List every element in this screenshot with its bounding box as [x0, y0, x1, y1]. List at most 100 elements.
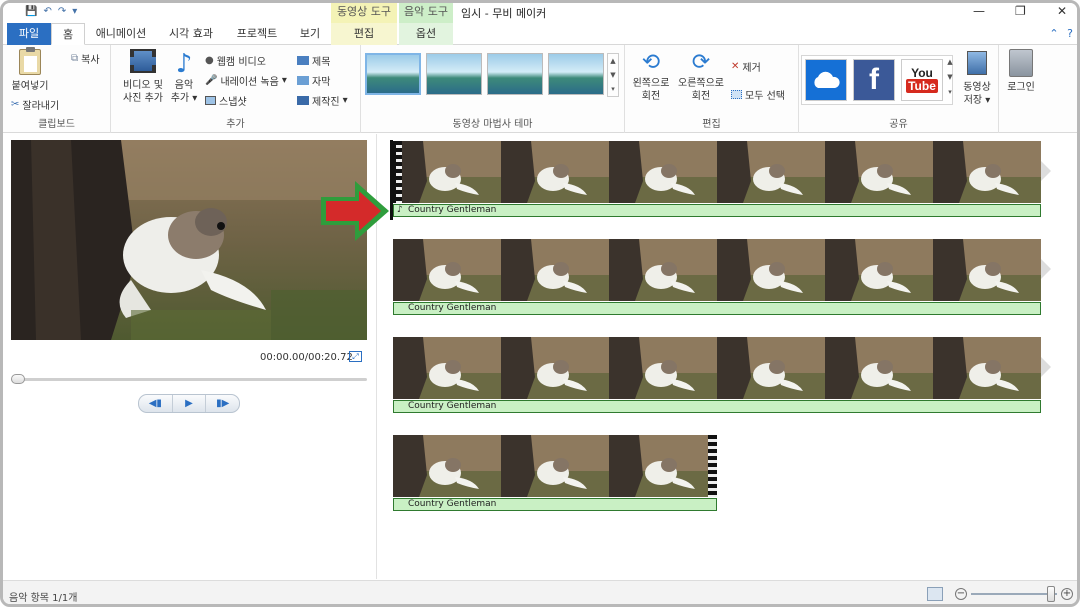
share-gallery-scroll[interactable]: ▲ ▼ ▾	[945, 55, 955, 105]
customize-qat-icon[interactable]: ▾	[72, 6, 77, 17]
clip-frame-thumbnail	[393, 435, 501, 497]
zoom-slider-thumb[interactable]	[1047, 586, 1055, 602]
clip-frame-thumbnail	[933, 337, 1041, 399]
squirrel-video-frame	[11, 140, 367, 340]
onedrive-icon[interactable]	[805, 59, 847, 101]
add-video-photo-button[interactable]: 비디오 및 사진 추가	[119, 49, 167, 105]
add-group: 비디오 및 사진 추가 ♪ 음악 추가 ▾ ● 웹캠 비디오 🎤 내레이션 녹음…	[111, 45, 361, 133]
clipboard-icon	[19, 47, 41, 75]
save-movie-label-1: 동영상	[963, 82, 991, 93]
theme-gallery-scroll[interactable]: ▲ ▼ ▾	[607, 53, 619, 97]
microphone-icon: 🎤	[205, 75, 218, 86]
facebook-icon[interactable]: f	[853, 59, 895, 101]
storyboard-row[interactable]: Country Gentleman	[393, 239, 1051, 315]
tab-view[interactable]: 보기	[293, 23, 327, 45]
collapse-ribbon-icon[interactable]: ⌃	[1047, 23, 1061, 45]
tab-options[interactable]: 옵션	[399, 23, 453, 45]
video-clip[interactable]	[393, 337, 1041, 399]
paste-label: 붙여넣기	[11, 81, 49, 92]
status-text: 음악 항목 1/1개	[9, 593, 78, 604]
video-clip[interactable]	[393, 435, 717, 497]
tab-visual-effects[interactable]: 시각 효과	[161, 23, 221, 45]
title-icon	[297, 56, 309, 65]
rotate-right-label-2: 회전	[691, 91, 711, 102]
clip-frame-thumbnail	[717, 239, 825, 301]
aspect-ratio-icon[interactable]	[927, 587, 943, 601]
clip-frame-thumbnail	[717, 141, 825, 203]
storyboard-row[interactable]: Country Gentleman	[393, 435, 717, 511]
select-all-button[interactable]: 모두 선택	[731, 87, 785, 102]
video-preview[interactable]	[11, 140, 367, 340]
remove-button[interactable]: ✕ 제거	[731, 59, 761, 74]
theme-thumbnail[interactable]	[365, 53, 421, 95]
login-label: 로그인	[1007, 82, 1035, 93]
preview-timecode: 00:00.00/00:20.72	[260, 352, 353, 363]
music-track-bar[interactable]: Country Gentleman	[393, 302, 1041, 315]
save-movie-button[interactable]: 동영상 저장 ▾	[957, 49, 997, 107]
video-clip[interactable]	[393, 239, 1041, 301]
tab-project[interactable]: 프로젝트	[229, 23, 285, 45]
youtube-icon-text-bottom: Tube	[906, 79, 938, 93]
theme-thumbnail[interactable]	[487, 53, 543, 95]
music-track-bar[interactable]: Country Gentleman	[393, 498, 717, 511]
next-frame-button[interactable]: ▮▶	[206, 395, 239, 412]
tab-file[interactable]: 파일	[7, 23, 51, 45]
clip-frame-thumbnail	[393, 141, 501, 203]
zoom-in-icon[interactable]: +	[1061, 588, 1073, 600]
play-icon: ▶	[185, 398, 193, 409]
previous-frame-button[interactable]: ◀▮	[139, 395, 173, 412]
caption-button[interactable]: 자막	[297, 73, 330, 88]
credits-button[interactable]: 제작진 ▾	[297, 93, 348, 108]
zoom-slider[interactable]	[971, 593, 1057, 595]
music-note-icon: ♪	[397, 205, 403, 215]
redo-icon[interactable]: ↷	[58, 6, 66, 17]
close-icon[interactable]: ✕	[1057, 4, 1067, 18]
tab-animation[interactable]: 애니메이션	[91, 23, 151, 45]
snapshot-icon	[205, 96, 216, 105]
add-music-button[interactable]: ♪ 음악 추가 ▾	[169, 49, 199, 105]
title-button[interactable]: 제목	[297, 53, 330, 68]
maximize-icon[interactable]: ❐	[1015, 4, 1026, 18]
cut-button[interactable]: ✂ 잘라내기	[11, 97, 59, 112]
music-track-bar[interactable]: ♪ Country Gentleman	[393, 204, 1041, 217]
add-video-label-2: 사진 추가	[123, 93, 163, 104]
paste-button[interactable]: 붙여넣기	[9, 47, 51, 93]
quick-access-toolbar: 💾 ↶ ↷ ▾	[25, 6, 77, 17]
webcam-icon: ●	[205, 55, 214, 66]
tab-edit[interactable]: 편집	[331, 23, 397, 45]
webcam-label: 웹캠 비디오	[216, 57, 266, 68]
film-photo-icon	[130, 49, 156, 73]
themes-group-label: 동영상 마법사 테마	[452, 119, 533, 130]
tab-home[interactable]: 홈	[51, 23, 85, 45]
zoom-out-icon[interactable]: −	[955, 588, 967, 600]
play-button[interactable]: ▶	[173, 395, 207, 412]
theme-thumbnail[interactable]	[426, 53, 482, 95]
music-track-label: Country Gentleman	[408, 205, 497, 215]
video-clip[interactable]	[393, 141, 1041, 203]
storyboard-row[interactable]: Country Gentleman	[393, 337, 1051, 413]
cloud-icon	[814, 71, 840, 88]
rotate-right-button[interactable]: ⟳ 오른쪽으로 회전	[675, 49, 727, 103]
theme-thumbnail[interactable]	[548, 53, 604, 95]
copy-button[interactable]: ⧉ 복사	[71, 51, 100, 66]
music-track-bar[interactable]: Country Gentleman	[393, 400, 1041, 413]
rotate-left-button[interactable]: ⟲ 왼쪽으로 회전	[629, 49, 673, 103]
save-icon[interactable]: 💾	[25, 6, 37, 17]
login-button[interactable]: 로그인	[1003, 49, 1039, 94]
help-icon[interactable]: ?	[1063, 23, 1077, 45]
next-frame-icon: ▮▶	[216, 398, 230, 409]
seek-bar[interactable]	[11, 378, 367, 381]
record-narration-button[interactable]: 🎤 내레이션 녹음 ▾	[205, 73, 287, 88]
edit-group-label: 편집	[702, 119, 721, 130]
rotate-right-icon: ⟳	[691, 50, 711, 75]
popout-preview-icon[interactable]: ⤢	[349, 351, 362, 362]
remove-icon: ✕	[731, 61, 740, 72]
webcam-video-button[interactable]: ● 웹캠 비디오	[205, 53, 266, 68]
snapshot-button[interactable]: 스냅샷	[205, 93, 247, 108]
minimize-icon[interactable]: —	[973, 4, 985, 18]
seek-thumb[interactable]	[11, 374, 25, 384]
row-continuation-marker	[1041, 259, 1051, 279]
storyboard-row[interactable]: ♪ Country Gentleman	[393, 141, 1051, 217]
youtube-icon[interactable]: You Tube	[901, 59, 943, 101]
undo-icon[interactable]: ↶	[43, 6, 51, 17]
